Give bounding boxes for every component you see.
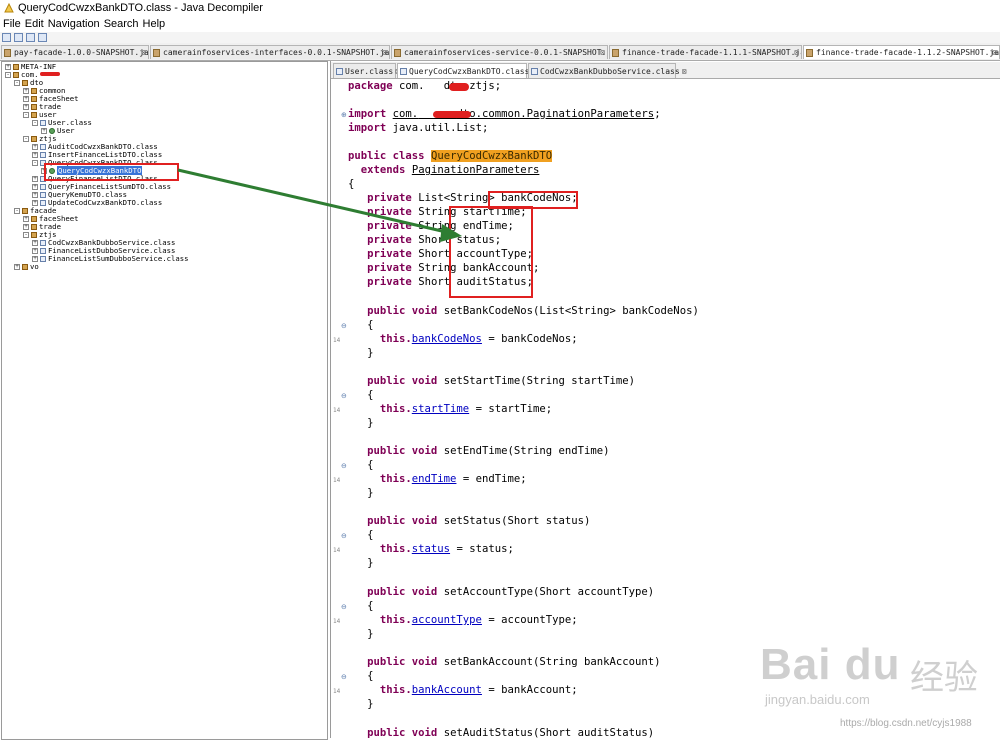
watermark-url: jingyan.baidu.com bbox=[765, 692, 870, 707]
baidu-watermark: Bai du 经验 jingyan.baidu.com https://blog… bbox=[760, 630, 995, 735]
watermark-blog: https://blog.csdn.net/cyjs1988 bbox=[840, 718, 972, 729]
watermark-cn: 经验 bbox=[910, 659, 978, 697]
annotation-arrow bbox=[177, 168, 462, 242]
watermark-logo: Bai du bbox=[760, 640, 901, 689]
